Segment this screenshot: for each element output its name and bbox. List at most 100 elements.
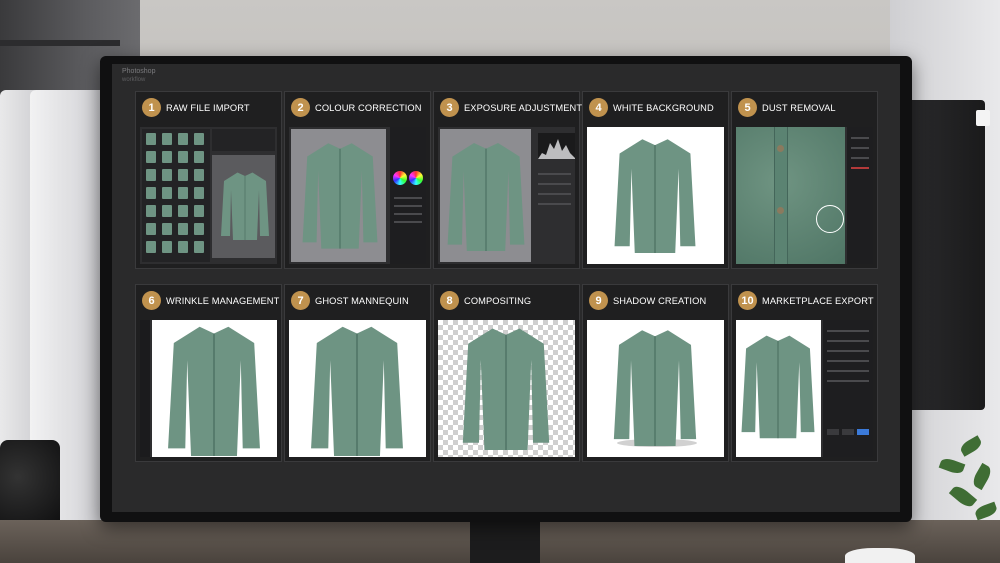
checkerboard-icon bbox=[438, 320, 575, 457]
thumbnail[interactable] bbox=[194, 223, 204, 235]
thumbnail[interactable] bbox=[194, 241, 204, 253]
thumbnail[interactable] bbox=[162, 223, 172, 235]
histogram-icon bbox=[538, 133, 575, 159]
thumbnail[interactable] bbox=[162, 151, 172, 163]
thumbnail[interactable] bbox=[146, 223, 156, 235]
export-option-button[interactable] bbox=[827, 429, 839, 435]
step-number-badge: 8 bbox=[440, 291, 459, 310]
step-number-badge: 7 bbox=[291, 291, 310, 310]
step-number-badge: 3 bbox=[440, 98, 459, 117]
monitor: Photoshop workflow 1 RAW FILE IMPORT 2 C… bbox=[100, 56, 912, 522]
tile-header: 8 COMPOSITING bbox=[434, 285, 579, 316]
image-preview bbox=[212, 155, 275, 258]
dust-removal-panel bbox=[736, 127, 873, 264]
step-label: COLOUR CORRECTION bbox=[315, 102, 422, 113]
thumbnail[interactable] bbox=[146, 133, 156, 145]
thumbnail[interactable] bbox=[194, 205, 204, 217]
export-settings-panel bbox=[823, 320, 873, 457]
step-label: WHITE BACKGROUND bbox=[613, 102, 714, 113]
color-wheel-icon[interactable] bbox=[409, 171, 423, 185]
tile-header: 5 DUST REMOVAL bbox=[732, 92, 877, 123]
thumbnail[interactable] bbox=[162, 241, 172, 253]
step-number-badge: 2 bbox=[291, 98, 310, 117]
image-canvas bbox=[289, 320, 426, 457]
step-label: RAW FILE IMPORT bbox=[166, 102, 250, 113]
step-tile-marketplace-export[interactable]: 10 MARKETPLACE EXPORT bbox=[731, 284, 878, 462]
thumbnail[interactable] bbox=[146, 187, 156, 199]
marketplace-export-panel bbox=[736, 320, 873, 457]
shirt-closeup bbox=[736, 127, 845, 264]
tools-panel bbox=[847, 127, 873, 264]
image-canvas bbox=[736, 320, 821, 457]
thumbnail[interactable] bbox=[194, 169, 204, 181]
adjustments-panel bbox=[390, 127, 426, 264]
monitor-stand bbox=[470, 518, 540, 563]
step-tile-raw-import[interactable]: 1 RAW FILE IMPORT bbox=[135, 91, 282, 269]
step-tile-dust-removal[interactable]: 5 DUST REMOVAL bbox=[731, 91, 878, 269]
color-wheel-icon[interactable] bbox=[393, 171, 407, 185]
step-number-badge: 6 bbox=[142, 291, 161, 310]
thumbnail[interactable] bbox=[178, 169, 188, 181]
compositing-panel bbox=[438, 320, 575, 457]
shirt-icon bbox=[301, 135, 379, 253]
thumbnail[interactable] bbox=[194, 151, 204, 163]
tile-header: 6 WRINKLE MANAGEMENT bbox=[136, 285, 281, 316]
raw-import-panel bbox=[140, 127, 277, 264]
export-option-button[interactable] bbox=[842, 429, 854, 435]
screen: Photoshop workflow 1 RAW FILE IMPORT 2 C… bbox=[112, 64, 900, 512]
step-number-badge: 9 bbox=[589, 291, 608, 310]
tile-header: 9 SHADOW CREATION bbox=[583, 285, 728, 316]
ghost-mannequin-panel bbox=[289, 320, 426, 457]
step-label: EXPOSURE ADJUSTMENT bbox=[464, 102, 583, 113]
thumbnail[interactable] bbox=[146, 151, 156, 163]
light-spot bbox=[976, 110, 990, 126]
image-canvas bbox=[587, 320, 724, 457]
step-label: COMPOSITING bbox=[464, 295, 532, 306]
step-tile-exposure-adjustment[interactable]: 3 EXPOSURE ADJUSTMENT bbox=[433, 91, 583, 269]
image-canvas bbox=[152, 320, 277, 457]
export-button[interactable] bbox=[857, 429, 869, 435]
thumbnail-grid bbox=[142, 129, 210, 262]
clothing-rack bbox=[0, 40, 120, 46]
thumbnail[interactable] bbox=[178, 223, 188, 235]
tile-header: 2 COLOUR CORRECTION bbox=[285, 92, 430, 123]
step-label: GHOST MANNEQUIN bbox=[315, 295, 409, 306]
step-tile-compositing[interactable]: 8 COMPOSITING bbox=[433, 284, 580, 462]
step-label: WRINKLE MANAGEMENT bbox=[166, 295, 280, 306]
image-canvas bbox=[440, 129, 531, 262]
thumbnail[interactable] bbox=[178, 133, 188, 145]
thumbnail[interactable] bbox=[162, 205, 172, 217]
thumbnail[interactable] bbox=[194, 133, 204, 145]
thumbnail[interactable] bbox=[162, 133, 172, 145]
step-label: MARKETPLACE EXPORT bbox=[762, 295, 874, 306]
tile-header: 4 WHITE BACKGROUND bbox=[583, 92, 728, 123]
thumbnail[interactable] bbox=[194, 187, 204, 199]
shirt-icon bbox=[446, 137, 526, 253]
step-tile-wrinkle-management[interactable]: 6 WRINKLE MANAGEMENT bbox=[135, 284, 282, 462]
thumbnail[interactable] bbox=[178, 241, 188, 253]
plant bbox=[910, 420, 1000, 563]
thumbnail[interactable] bbox=[162, 187, 172, 199]
step-tile-ghost-mannequin[interactable]: 7 GHOST MANNEQUIN bbox=[284, 284, 431, 462]
thumbnail[interactable] bbox=[146, 241, 156, 253]
shirt-button bbox=[777, 145, 784, 152]
wrinkle-panel bbox=[140, 320, 277, 457]
step-tile-colour-correction[interactable]: 2 COLOUR CORRECTION bbox=[284, 91, 431, 269]
step-tile-shadow-creation[interactable]: 9 SHADOW CREATION bbox=[582, 284, 729, 462]
thumbnail[interactable] bbox=[178, 187, 188, 199]
step-tile-white-background[interactable]: 4 WHITE BACKGROUND bbox=[582, 91, 729, 269]
thumbnail[interactable] bbox=[178, 151, 188, 163]
shirt-icon bbox=[220, 161, 270, 249]
tile-header: 3 EXPOSURE ADJUSTMENT bbox=[434, 92, 583, 123]
shadow-creation-panel bbox=[587, 320, 724, 457]
shirt-icon bbox=[154, 322, 274, 456]
shirt-icon bbox=[460, 324, 552, 450]
exposure-panel bbox=[438, 127, 575, 264]
thumbnail[interactable] bbox=[162, 169, 172, 181]
thumbnail[interactable] bbox=[146, 205, 156, 217]
thumbnail[interactable] bbox=[178, 205, 188, 217]
brush-circle-icon[interactable] bbox=[816, 205, 844, 233]
tile-header: 7 GHOST MANNEQUIN bbox=[285, 285, 430, 316]
thumbnail[interactable] bbox=[146, 169, 156, 181]
step-number-badge: 10 bbox=[738, 291, 757, 310]
